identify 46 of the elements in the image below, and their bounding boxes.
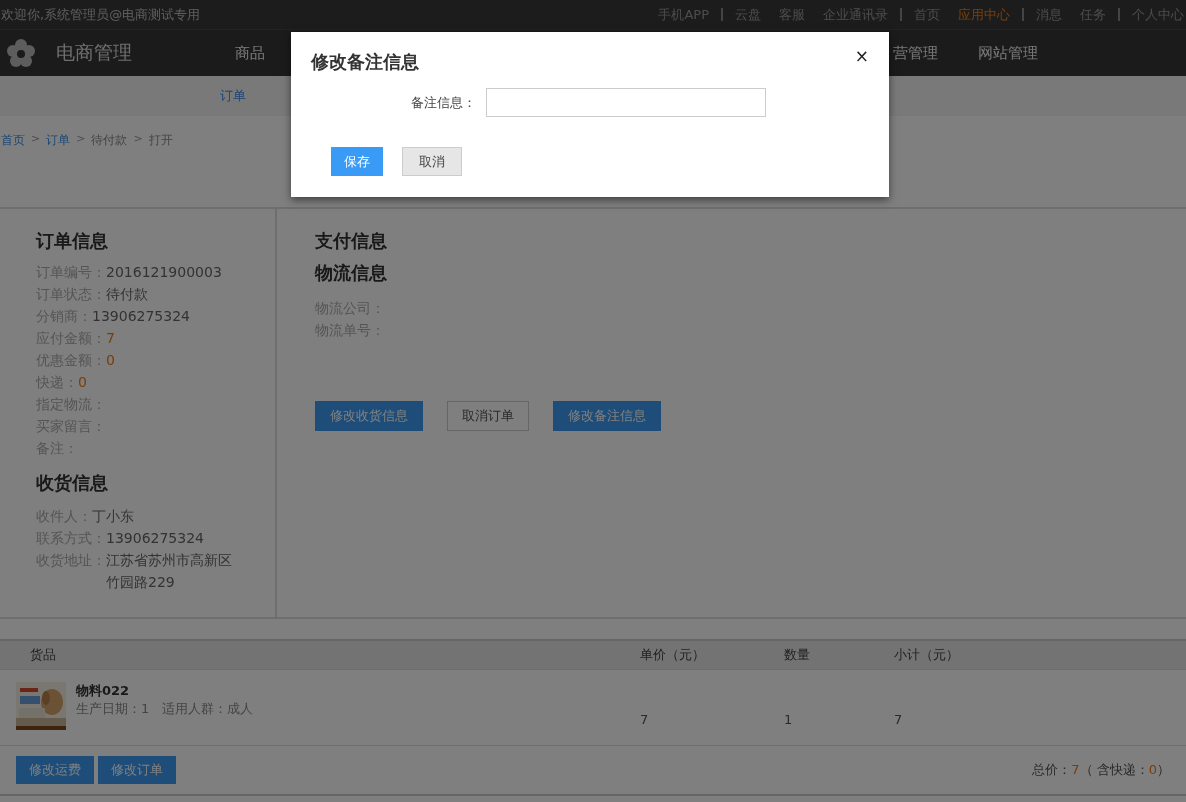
- dialog-title: 修改备注信息: [311, 50, 419, 74]
- product-name: 物料022: [76, 682, 131, 700]
- field-value: 13906275324: [106, 529, 205, 548]
- field-value: 7: [106, 329, 115, 348]
- footer-button[interactable]: 修改运费: [16, 756, 94, 784]
- section-title: 支付信息: [315, 229, 388, 253]
- section-title: 物流信息: [315, 261, 388, 285]
- total-text: 总价：7（ 含快递：0）: [1032, 761, 1170, 779]
- field-value: 待付款: [106, 285, 148, 304]
- action-button[interactable]: 修改收货信息: [315, 401, 423, 431]
- close-button[interactable]: ×: [850, 46, 873, 66]
- column-header: 数量: [783, 646, 811, 664]
- field-label: 备注信息：: [410, 93, 476, 112]
- field-value: 0: [106, 351, 115, 370]
- top-link[interactable]: 应用中心: [958, 8, 1010, 21]
- section-title: 订单信息: [36, 229, 109, 253]
- dialog-button[interactable]: 取消: [402, 147, 462, 176]
- breadcrumb-separator: >: [76, 132, 86, 145]
- table-cell-text: 7: [893, 711, 904, 727]
- sub-nav-tab[interactable]: 订单: [220, 87, 246, 105]
- dialog-button[interactable]: 保存: [331, 147, 383, 176]
- action-button[interactable]: 取消订单: [447, 401, 529, 431]
- nav-item[interactable]: 商品: [235, 43, 265, 63]
- column-header: 单价（元）: [639, 646, 706, 664]
- field-value: 丁小东: [92, 507, 135, 526]
- column-header: 货品: [29, 646, 57, 664]
- field-value: 江苏省苏州市高新区竹园路229: [106, 551, 232, 592]
- action-button[interactable]: 修改备注信息: [553, 401, 661, 431]
- breadcrumb-link[interactable]: 首页: [1, 132, 25, 149]
- flower-logo-icon: [6, 38, 36, 68]
- app-title: 电商管理: [56, 40, 133, 65]
- breadcrumb-separator: >: [133, 132, 143, 145]
- column-header: 小计（元）: [893, 646, 960, 664]
- remark-input-field[interactable]: [486, 88, 766, 117]
- breadcrumb-link[interactable]: 订单: [46, 132, 71, 149]
- footer-button[interactable]: 修改订单: [98, 756, 176, 784]
- field-value: 2016121900003: [106, 263, 222, 282]
- nav-item[interactable]: 网站管理: [978, 43, 1038, 63]
- field-value: 13906275324: [92, 307, 190, 326]
- table-cell-text: 7: [639, 711, 650, 727]
- section-title: 收货信息: [36, 471, 109, 495]
- welcome-text: 欢迎你,系统管理员@电商测试专用: [1, 5, 201, 24]
- table-cell-text: 1: [783, 711, 794, 727]
- nav-item[interactable]: 营管理: [893, 43, 938, 63]
- field-value: 0: [78, 373, 87, 392]
- breadcrumb-separator: >: [31, 132, 41, 145]
